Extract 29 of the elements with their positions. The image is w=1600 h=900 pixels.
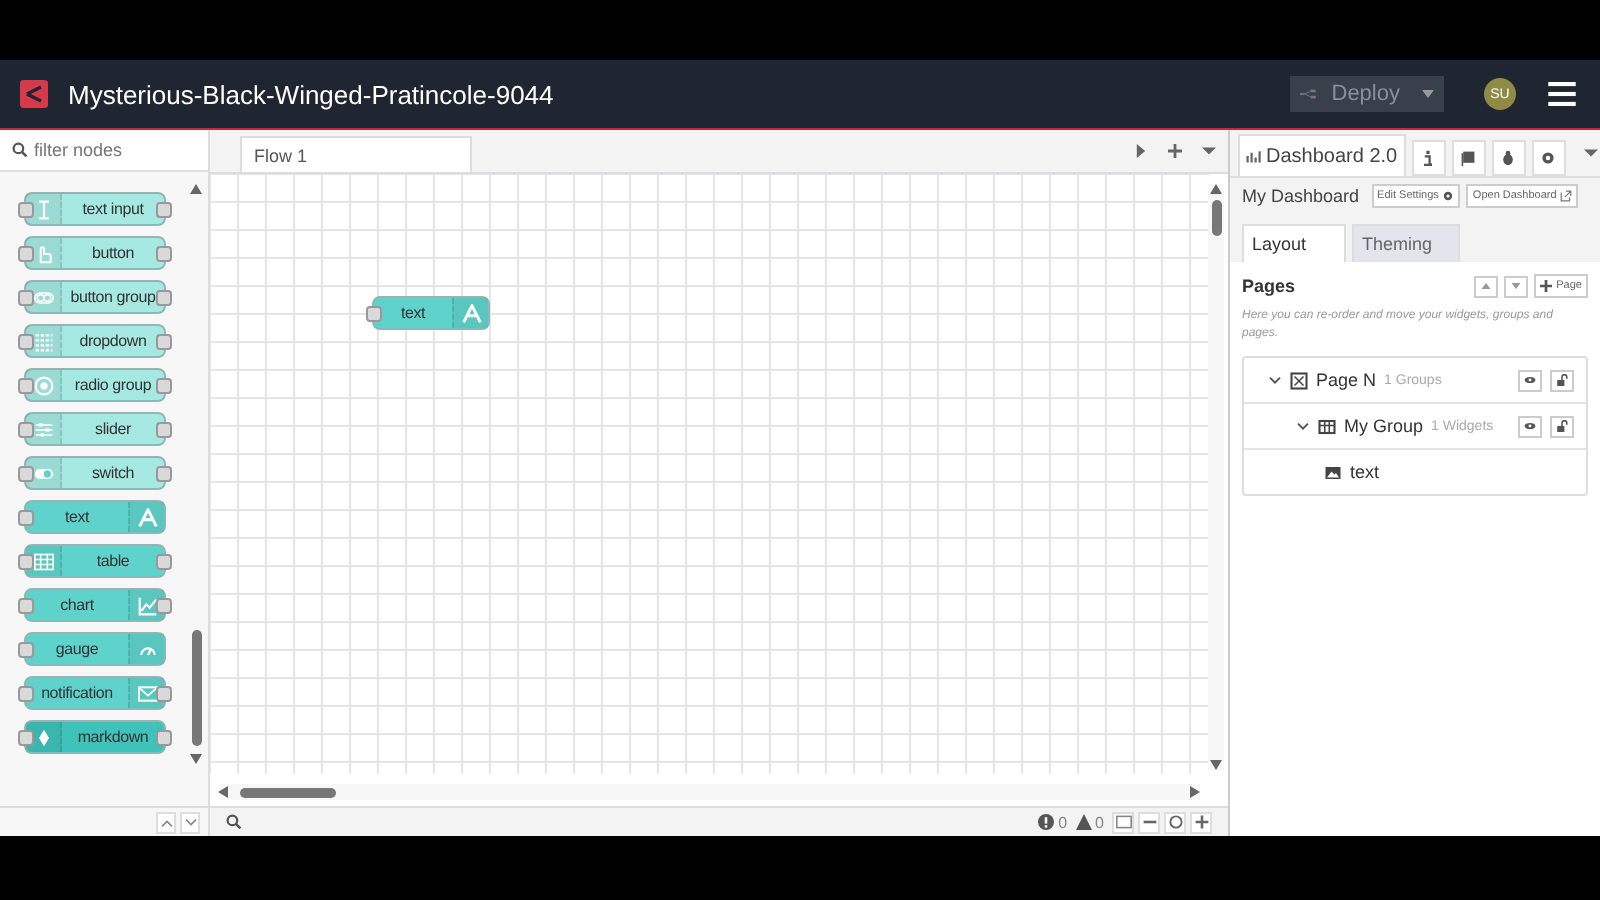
flow-tab[interactable]: Flow 1 — [240, 136, 472, 172]
palette-node[interactable]: button group — [24, 280, 166, 314]
palette-node[interactable]: markdown — [24, 720, 166, 754]
tree-item[interactable]: text — [1350, 462, 1380, 482]
palette-node[interactable]: text — [24, 500, 166, 534]
palette-node[interactable]: table — [24, 544, 166, 578]
warning-count: 0 — [1095, 813, 1104, 831]
dashboard-name: My Dashboard — [1242, 186, 1360, 206]
palette-node[interactable]: text input — [24, 192, 166, 226]
palette-node[interactable]: button — [24, 236, 166, 270]
dashboard-tab[interactable]: Dashboard 2.0 — [1238, 134, 1406, 176]
flow-canvas[interactable]: text — [210, 174, 1228, 806]
palette-node[interactable]: gauge — [24, 632, 166, 666]
palette-node[interactable]: dropdown — [24, 324, 166, 358]
error-count: 0 — [1058, 813, 1068, 831]
filter-input[interactable]: filter nodes — [34, 140, 194, 160]
filter-field[interactable]: filter nodes — [0, 130, 208, 172]
project-title: Mysterious-Black-Winged-Pratincole-9044 — [68, 79, 554, 109]
palette-node[interactable]: notification — [24, 676, 166, 710]
palette-node[interactable]: chart — [24, 588, 166, 622]
palette-node[interactable]: slider — [24, 412, 166, 446]
palette-node[interactable]: radio group — [24, 368, 166, 402]
palette-node[interactable]: switch — [24, 456, 166, 490]
tree-item[interactable]: My Group — [1344, 416, 1424, 436]
section-title: Pages — [1242, 276, 1296, 296]
tree-item[interactable]: Page N — [1316, 370, 1377, 390]
layout-tab[interactable]: Theming — [1352, 224, 1460, 262]
flow-node[interactable]: text — [372, 296, 490, 330]
layout-tab[interactable]: Layout — [1242, 224, 1346, 262]
